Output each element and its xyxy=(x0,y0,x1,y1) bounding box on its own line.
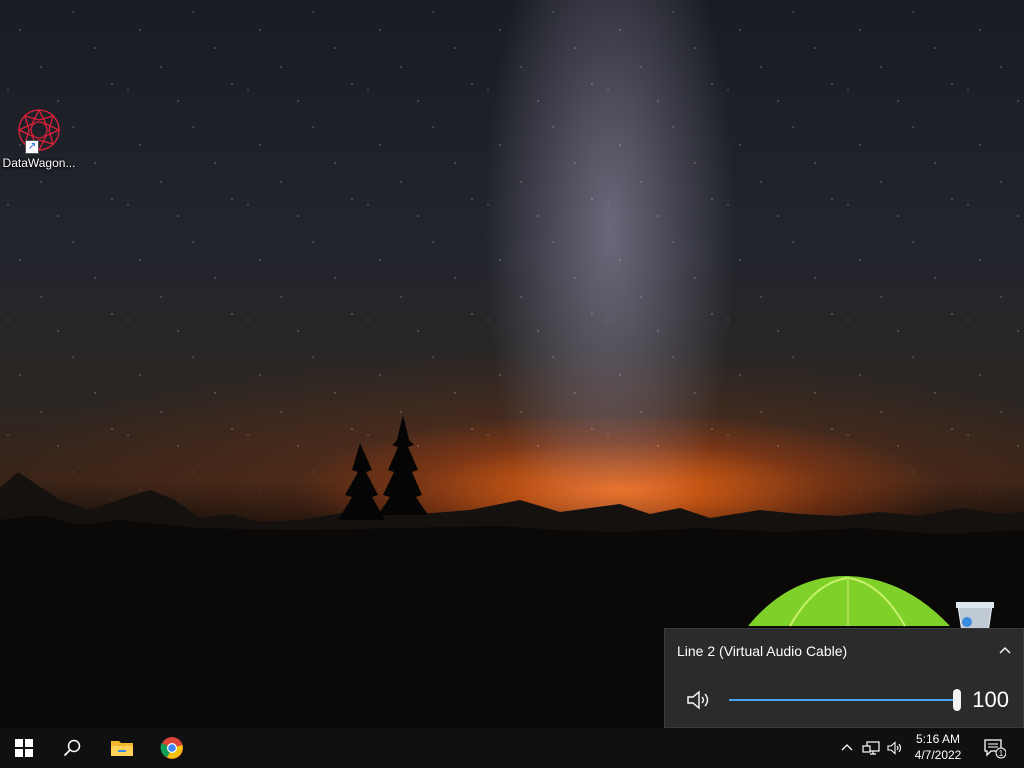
clock[interactable]: 5:16 AM 4/7/2022 xyxy=(908,731,968,763)
network-tray-button[interactable] xyxy=(860,728,882,768)
file-explorer-button[interactable] xyxy=(98,728,146,768)
start-icon xyxy=(15,739,33,757)
chrome-icon xyxy=(160,737,183,759)
notifications-icon: 1 xyxy=(984,739,1006,759)
action-center-button[interactable]: 1 xyxy=(978,728,1010,768)
datawagon-icon: ↗ xyxy=(15,106,63,154)
chevron-up-icon xyxy=(841,744,853,751)
wallpaper-scenery xyxy=(0,415,1024,728)
volume-flyout: Line 2 (Virtual Audio Cable) 100 xyxy=(664,628,1024,728)
search-button[interactable] xyxy=(48,728,96,768)
volume-slider-thumb[interactable] xyxy=(953,689,961,711)
desktop-icon-label: DataWagon... xyxy=(2,156,76,170)
speaker-icon[interactable] xyxy=(685,688,713,712)
clock-time: 5:16 AM xyxy=(915,732,961,746)
speaker-icon xyxy=(887,741,902,755)
desktop-shortcut-datawagon[interactable]: ↗ DataWagon... xyxy=(2,106,76,170)
volume-value: 100 xyxy=(972,687,1009,712)
audio-device-name[interactable]: Line 2 (Virtual Audio Cable) xyxy=(677,643,847,659)
start-button[interactable] xyxy=(0,728,48,768)
volume-slider[interactable] xyxy=(729,689,961,711)
search-icon xyxy=(63,739,81,757)
chevron-up-icon[interactable] xyxy=(997,642,1013,658)
desktop[interactable]: ↗ DataWagon... xyxy=(0,0,1024,728)
taskbar: 5:16 AM 4/7/2022 1 xyxy=(0,728,1024,768)
clock-date: 4/7/2022 xyxy=(914,748,962,762)
volume-slider-fill xyxy=(729,699,957,701)
network-icon xyxy=(862,741,880,755)
show-hidden-icons-button[interactable] xyxy=(838,728,856,768)
chrome-button[interactable] xyxy=(148,728,196,768)
shortcut-arrow-icon: ↗ xyxy=(25,140,39,154)
volume-tray-button[interactable] xyxy=(884,728,906,768)
file-explorer-icon xyxy=(111,741,133,756)
notification-count: 1 xyxy=(999,749,1004,758)
